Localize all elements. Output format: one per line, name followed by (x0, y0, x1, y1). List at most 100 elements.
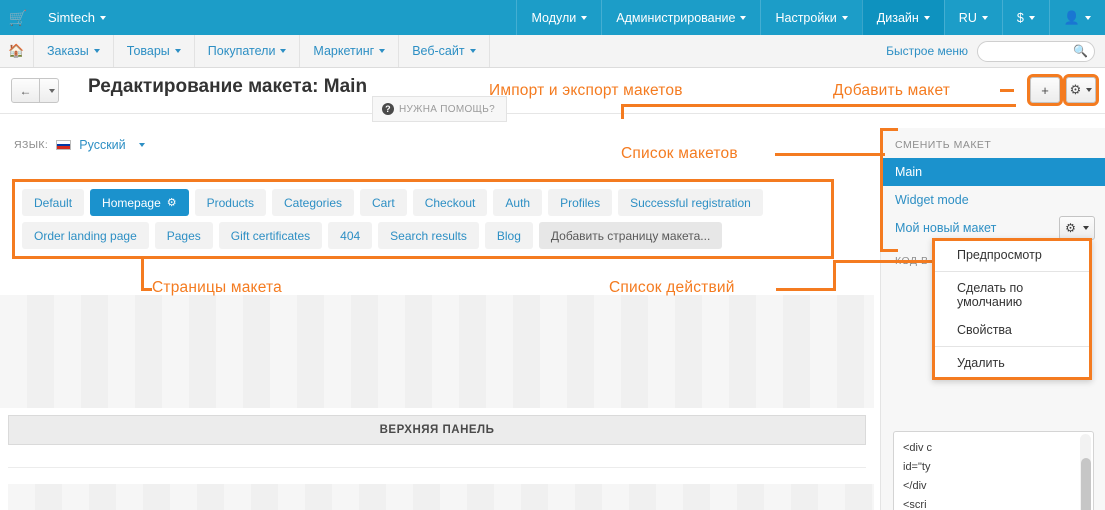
chevron-down-icon (1082, 226, 1089, 230)
layout-pages-row-1: Default Homepage ⚙ Products Categories C… (22, 189, 824, 249)
annotation-import-export-label: Импорт и экспорт макетов (489, 82, 683, 99)
top-menu-currency[interactable]: $ (1001, 0, 1049, 35)
top-bar-menus: Модули Администрирование Настройки Дизай… (516, 0, 1105, 35)
chevron-down-icon (93, 49, 100, 53)
tab-label: Cart (372, 195, 395, 210)
sidebar-layout-widget-mode[interactable]: Widget mode (881, 186, 1105, 214)
layout-tab-cart[interactable]: Cart (360, 189, 407, 216)
sidebar-layout-label: Widget mode (895, 193, 969, 207)
layout-tab-404[interactable]: 404 (328, 222, 373, 249)
brand-menu[interactable]: Simtech (36, 0, 118, 35)
top-menu-design[interactable]: Дизайн (861, 0, 944, 35)
code-block[interactable]: <div c id="ty </div <scri (function() { … (893, 431, 1094, 510)
canvas-divider (8, 467, 866, 468)
tab-label: 404 (340, 228, 361, 243)
nav-right-group: Быстрое меню 🔍 (886, 35, 1105, 67)
layout-tab-profiles[interactable]: Profiles (548, 189, 613, 216)
menu-separator (935, 346, 1089, 347)
layout-tab-checkout[interactable]: Checkout (412, 189, 488, 216)
annotation-layout-pages-line-v (141, 258, 144, 291)
chevron-down-icon (174, 49, 181, 53)
annotation-sidebar-bracket-top (880, 128, 898, 131)
layout-pages-panel: Default Homepage ⚙ Products Categories C… (12, 179, 834, 259)
add-layout-page-button[interactable]: Добавить страницу макета... (538, 222, 723, 249)
top-menu-settings[interactable]: Настройки (760, 0, 861, 35)
user-icon: 👤 (1063, 9, 1080, 25)
chevron-down-icon (1086, 88, 1093, 92)
back-dropdown-button[interactable] (40, 78, 59, 103)
code-scrollbar-thumb[interactable] (1080, 458, 1091, 510)
menu-item-set-as-default[interactable]: Сделать по умолчанию (935, 274, 1089, 316)
menu-item-delete[interactable]: Удалить (935, 349, 1089, 377)
annotation-layouts-list-line (775, 153, 885, 156)
tab-label: Blog (496, 228, 521, 243)
add-layout-button[interactable]: + (1027, 74, 1063, 106)
language-label: ЯЗЫК: (14, 139, 49, 151)
nav-item-label: Покупатели (207, 44, 276, 58)
change-layout-title: СМЕНИТЬ МАКЕТ (895, 139, 992, 151)
layout-tab-categories[interactable]: Categories (271, 189, 355, 216)
annotation-import-export-line-v (621, 104, 624, 119)
annotation-layout-pages-line-h (141, 288, 152, 291)
chevron-down-icon (379, 49, 386, 53)
chevron-down-icon (923, 15, 930, 20)
gear-icon[interactable]: ⚙ (167, 196, 177, 209)
top-menu-modules[interactable]: Модули (516, 0, 601, 35)
layout-canvas: ВЕРХНЯЯ ПАНЕЛЬ (0, 295, 874, 510)
container-top-panel[interactable]: ВЕРХНЯЯ ПАНЕЛЬ (8, 415, 866, 445)
chevron-down-icon (138, 143, 145, 147)
nav-item-marketing[interactable]: Маркетинг (300, 35, 400, 67)
top-menu-label: $ (1016, 10, 1024, 25)
layout-tab-gift-certificates[interactable]: Gift certificates (218, 222, 323, 249)
menu-separator (935, 271, 1089, 272)
chevron-down-icon (48, 88, 55, 93)
tab-label: Pages (166, 228, 201, 243)
back-button-group: ← (11, 78, 59, 103)
search-input[interactable] (977, 40, 1095, 62)
nav-item-website[interactable]: Веб-сайт (399, 35, 490, 67)
search-wrapper: 🔍 (977, 40, 1095, 62)
chevron-down-icon (740, 15, 747, 20)
chevron-down-icon (99, 15, 106, 20)
cart-icon[interactable]: 🛒 (0, 0, 36, 35)
tab-label: Order landing page (34, 228, 137, 243)
sidebar-layout-main[interactable]: Main (881, 158, 1105, 186)
layout-tab-blog[interactable]: Blog (484, 222, 533, 249)
back-button[interactable]: ← (11, 78, 40, 103)
layout-tab-auth[interactable]: Auth (493, 189, 543, 216)
layout-tab-successful-registration[interactable]: Successful registration (618, 189, 763, 216)
layout-tab-search-results[interactable]: Search results (378, 222, 479, 249)
code-line: <scri (903, 499, 927, 510)
top-menu-label: RU (958, 10, 977, 25)
annotation-add-layout-line (1000, 89, 1014, 92)
home-icon[interactable]: 🏠 (0, 35, 34, 67)
nav-item-orders[interactable]: Заказы (34, 35, 114, 67)
layout-tab-order-landing-page[interactable]: Order landing page (22, 222, 149, 249)
need-help-tooltip[interactable]: ? НУЖНА ПОМОЩЬ? (372, 96, 507, 122)
layout-tab-products[interactable]: Products (194, 189, 266, 216)
chevron-down-icon (469, 49, 476, 53)
code-line: id="ty (903, 461, 931, 473)
layout-tab-pages[interactable]: Pages (154, 222, 213, 249)
container-top-panel-label: ВЕРХНЯЯ ПАНЕЛЬ (379, 424, 495, 436)
russia-flag-icon (56, 140, 72, 150)
code-line: <div c (903, 442, 933, 454)
language-selector[interactable]: ЯЗЫК: Русский (14, 138, 145, 152)
layout-actions-menu: Предпросмотр Сделать по умолчанию Свойст… (932, 238, 1092, 380)
layout-tab-homepage[interactable]: Homepage ⚙ (90, 189, 189, 216)
annotation-layouts-list-label: Список макетов (621, 145, 738, 162)
tab-label: Checkout (424, 195, 476, 210)
top-menu-user[interactable]: 👤 (1048, 0, 1105, 35)
nav-item-customers[interactable]: Покупатели (195, 35, 301, 67)
layout-actions-gear-button[interactable]: ⚙ (1059, 216, 1095, 240)
menu-item-preview[interactable]: Предпросмотр (935, 241, 1089, 269)
top-menu-language[interactable]: RU (943, 0, 1002, 35)
tab-label: Profiles (560, 195, 601, 210)
menu-item-properties[interactable]: Свойства (935, 316, 1089, 344)
import-export-gear-button[interactable]: ⚙ (1063, 74, 1099, 106)
layout-tab-default[interactable]: Default (22, 189, 85, 216)
top-menu-administration[interactable]: Администрирование (601, 0, 760, 35)
annotation-actions-list-line-v (833, 260, 836, 291)
quick-menu-link[interactable]: Быстрое меню (886, 44, 968, 58)
nav-item-products[interactable]: Товары (114, 35, 195, 67)
